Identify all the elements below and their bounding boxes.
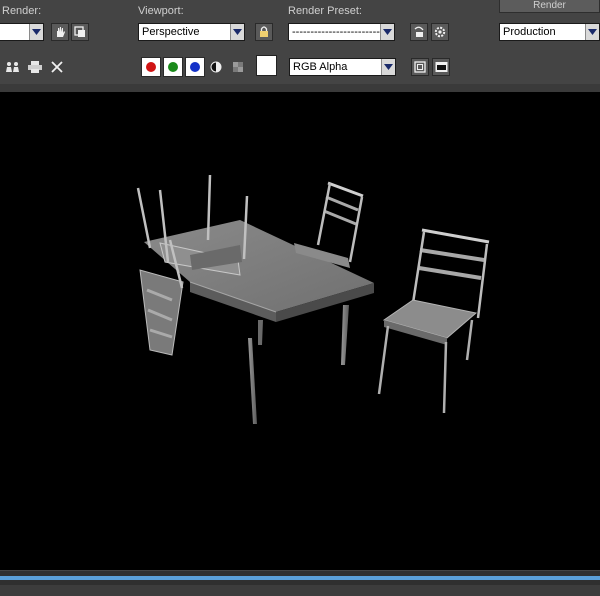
lock-icon[interactable] [255, 23, 273, 41]
bottom-strip [0, 585, 600, 596]
gear-icon[interactable] [431, 23, 449, 41]
display-icon[interactable] [432, 58, 450, 76]
green-dot-icon [168, 62, 178, 72]
chair-back [294, 181, 364, 268]
blue-channel-toggle[interactable] [185, 57, 205, 77]
dropdown-arrow-icon [381, 59, 395, 75]
save-preset-icon[interactable] [410, 23, 428, 41]
blue-dot-icon [190, 62, 200, 72]
viewport-value: Perspective [142, 26, 200, 38]
printer-icon[interactable] [26, 59, 44, 75]
viewport-label: Viewport: [138, 5, 184, 17]
green-channel-toggle[interactable] [163, 57, 183, 77]
toolbar-separator [0, 84, 600, 92]
copy-icon[interactable] [71, 23, 89, 41]
rendered-scene [136, 174, 490, 424]
people-icon[interactable] [4, 59, 22, 75]
contrast-icon[interactable] [208, 59, 224, 75]
red-dot-icon [146, 62, 156, 72]
dropdown-arrow-icon [29, 24, 43, 40]
render-area-label: Render: [2, 5, 42, 17]
dropdown-arrow-icon [380, 24, 394, 40]
frame-icon[interactable] [411, 58, 429, 76]
white-swatch-icon[interactable] [256, 55, 277, 76]
progress-fill [0, 576, 600, 580]
render-preset-label: Render Preset: [288, 5, 362, 17]
render-preset-dropdown[interactable]: -------------------------- [288, 23, 395, 41]
red-channel-toggle[interactable] [141, 57, 161, 77]
hand-icon[interactable] [51, 23, 69, 41]
render-button[interactable]: Render [499, 0, 600, 13]
chair-left [139, 269, 184, 356]
channel-dropdown[interactable]: RGB Alpha [289, 58, 396, 76]
channel-value: RGB Alpha [293, 61, 348, 73]
close-icon[interactable] [48, 59, 66, 75]
render-preset-value: -------------------------- [292, 26, 388, 38]
checker-icon[interactable] [230, 59, 246, 75]
viewport-dropdown[interactable]: Perspective [138, 23, 245, 41]
dropdown-arrow-icon [585, 24, 599, 40]
dropdown-arrow-icon [230, 24, 244, 40]
render-area-dropdown[interactable] [0, 23, 44, 41]
mode-value: Production [503, 26, 556, 38]
chair-right [377, 228, 490, 414]
mode-dropdown[interactable]: Production [499, 23, 600, 41]
render-viewport[interactable] [0, 92, 600, 570]
